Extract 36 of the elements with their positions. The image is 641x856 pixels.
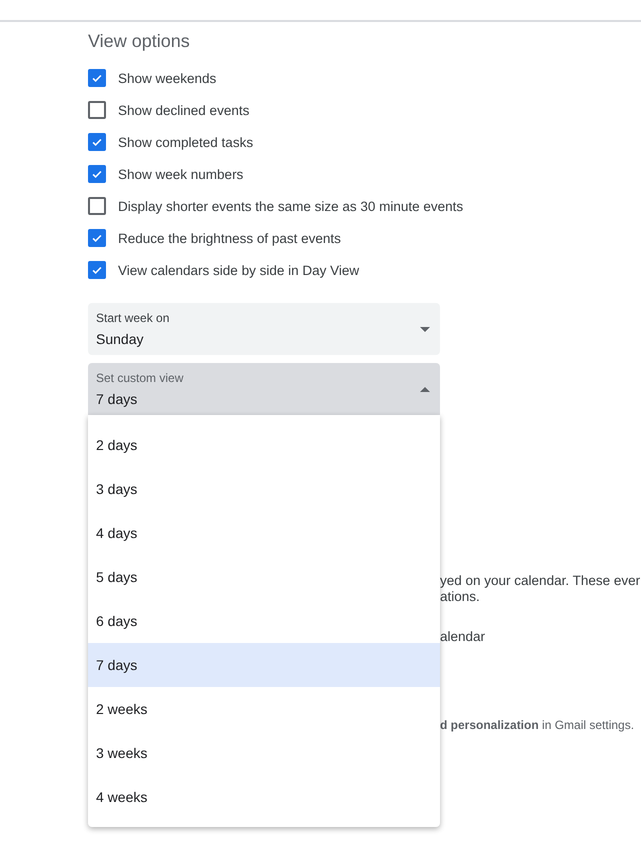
menu-item[interactable]: 2 days bbox=[88, 423, 440, 467]
caret-icon bbox=[420, 326, 430, 332]
section-title: View options bbox=[88, 30, 191, 52]
checkbox-label: Show weekends bbox=[118, 70, 216, 86]
checkbox[interactable] bbox=[88, 133, 106, 151]
checkbox-label: Show completed tasks bbox=[118, 134, 254, 150]
menu-item[interactable]: 4 weeks bbox=[88, 775, 440, 819]
description-text: yed on your calendar. These ever bbox=[440, 573, 641, 589]
checkbox-label: Show week numbers bbox=[118, 166, 244, 182]
checkbox-label: View calendars side by side in Day View bbox=[118, 262, 360, 278]
checkbox-label: Display shorter events the same size as 30 minute events bbox=[118, 198, 464, 214]
help-text: d personalization in Gmail settings. bbox=[440, 717, 636, 733]
menu-item[interactable]: 2 weeks bbox=[88, 687, 440, 731]
checkbox[interactable] bbox=[88, 197, 106, 215]
menu-item[interactable]: 5 days bbox=[88, 555, 440, 599]
description-text: ations. bbox=[440, 589, 481, 605]
checkbox[interactable] bbox=[88, 229, 106, 247]
checkbox-label: Show declined events bbox=[118, 102, 250, 118]
dropdown-value: Sunday bbox=[96, 331, 144, 347]
menu-item[interactable]: 3 days bbox=[88, 467, 440, 511]
menu-item[interactable]: 3 weeks bbox=[88, 731, 440, 775]
dropdown-value: 7 days bbox=[96, 391, 138, 407]
checkbox[interactable] bbox=[88, 101, 106, 119]
dropdown-label: Set custom view bbox=[96, 371, 184, 385]
dropdown[interactable]: Start week on Sunday bbox=[88, 303, 440, 355]
dropdown[interactable]: Set custom view 7 days bbox=[88, 363, 440, 415]
menu-item[interactable]: 4 days bbox=[88, 511, 440, 555]
menu-item[interactable]: 6 days bbox=[88, 599, 440, 643]
caret-icon bbox=[420, 386, 430, 392]
option-label: alendar bbox=[440, 629, 486, 645]
checkbox[interactable] bbox=[88, 69, 106, 87]
checkbox[interactable] bbox=[88, 165, 106, 183]
checkbox[interactable] bbox=[88, 261, 106, 279]
dropdown-label: Start week on bbox=[96, 311, 170, 325]
menu-item[interactable]: 7 days bbox=[88, 643, 440, 687]
checkbox-label: Reduce the brightness of past events bbox=[118, 230, 341, 246]
